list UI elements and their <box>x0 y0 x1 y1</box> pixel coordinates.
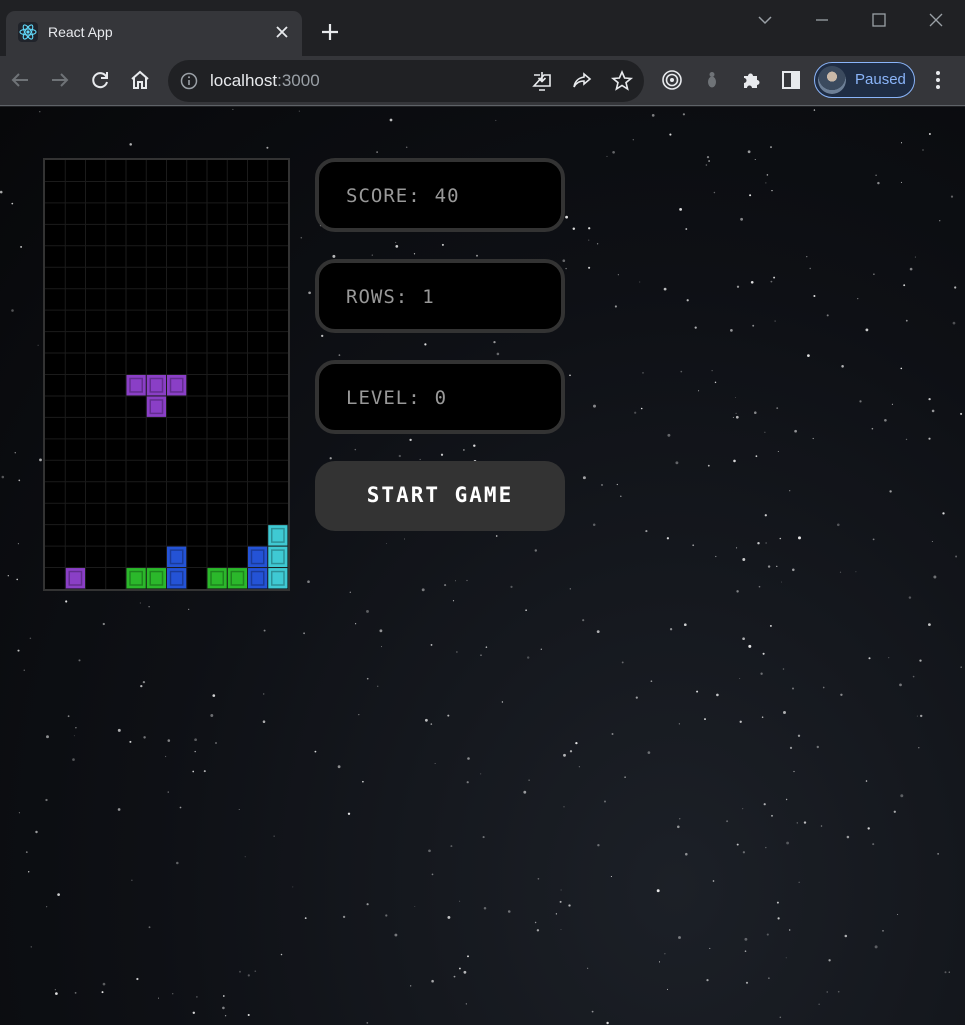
back-icon[interactable] <box>8 68 32 92</box>
more-menu-icon[interactable] <box>926 68 950 92</box>
install-app-icon[interactable] <box>530 69 554 93</box>
tetromino-cell-cyan <box>268 525 288 546</box>
url-port: :3000 <box>277 71 320 90</box>
browser-tab[interactable]: React App <box>6 11 302 56</box>
tab-search-icon[interactable] <box>753 8 777 32</box>
profile-status: Paused <box>855 71 906 88</box>
url-text[interactable]: localhost:3000 <box>210 71 320 91</box>
rows-display: ROWS: 1 <box>315 259 565 333</box>
level-display: LEVEL: 0 <box>315 360 565 434</box>
tetromino-cell-green <box>126 568 146 589</box>
url-host: localhost <box>210 71 278 90</box>
tetromino-cell-green <box>207 568 227 589</box>
tetromino-cell-green <box>146 568 166 589</box>
tetromino-cell-blue <box>167 546 187 568</box>
new-tab-icon[interactable] <box>318 20 342 44</box>
tetromino-cell-purple <box>126 375 146 396</box>
score-label: SCORE: <box>346 185 421 207</box>
tab-title: React App <box>48 24 113 40</box>
avatar <box>818 66 846 94</box>
home-icon[interactable] <box>128 68 152 92</box>
tetromino-cell-purple <box>167 375 187 396</box>
start-game-label: START GAME <box>366 483 514 507</box>
share-icon[interactable] <box>570 69 594 93</box>
page-viewport: SCORE: 40 ROWS: 1 LEVEL: 0 START GAME <box>0 107 965 1025</box>
extensions-puzzle-icon[interactable] <box>739 68 763 92</box>
forward-icon[interactable] <box>48 68 72 92</box>
close-window-icon[interactable] <box>924 8 948 32</box>
address-bar[interactable]: localhost:3000 <box>168 60 644 102</box>
minimize-icon[interactable] <box>810 8 834 32</box>
media-control-icon[interactable] <box>660 68 684 92</box>
close-tab-icon[interactable] <box>274 24 290 40</box>
score-display: SCORE: 40 <box>315 158 565 232</box>
tetromino-cell-purple <box>146 375 166 396</box>
bookmark-star-icon[interactable] <box>610 69 634 93</box>
tetromino-cell-blue <box>167 568 187 589</box>
react-logo-icon <box>18 22 38 42</box>
tetromino-cell-blue <box>248 568 268 589</box>
site-info-icon[interactable] <box>180 72 198 90</box>
tetromino-cell-purple <box>146 396 166 417</box>
score-value: 40 <box>434 185 460 207</box>
profile-button[interactable]: Paused <box>814 62 915 98</box>
rows-value: 1 <box>422 286 435 308</box>
tetris-board <box>43 158 290 591</box>
rows-label: ROWS: <box>346 286 409 308</box>
tetromino-cell-blue <box>248 546 268 568</box>
browser-toolbar: localhost:3000 Paused <box>0 56 965 106</box>
start-game-button[interactable]: START GAME <box>315 461 565 531</box>
side-panel-icon[interactable] <box>779 68 803 92</box>
tetromino-cell-green <box>227 568 247 589</box>
level-label: LEVEL: <box>346 387 421 409</box>
tetromino-cell-cyan <box>268 546 288 568</box>
tab-strip: React App <box>0 0 965 56</box>
maximize-icon[interactable] <box>867 8 891 32</box>
tetromino-cell-purple <box>65 568 85 589</box>
tetris-grid <box>45 160 288 589</box>
tetromino-cell-cyan <box>268 568 288 589</box>
level-value: 0 <box>434 387 448 409</box>
reload-icon[interactable] <box>88 68 112 92</box>
extension-icon[interactable] <box>700 68 724 92</box>
